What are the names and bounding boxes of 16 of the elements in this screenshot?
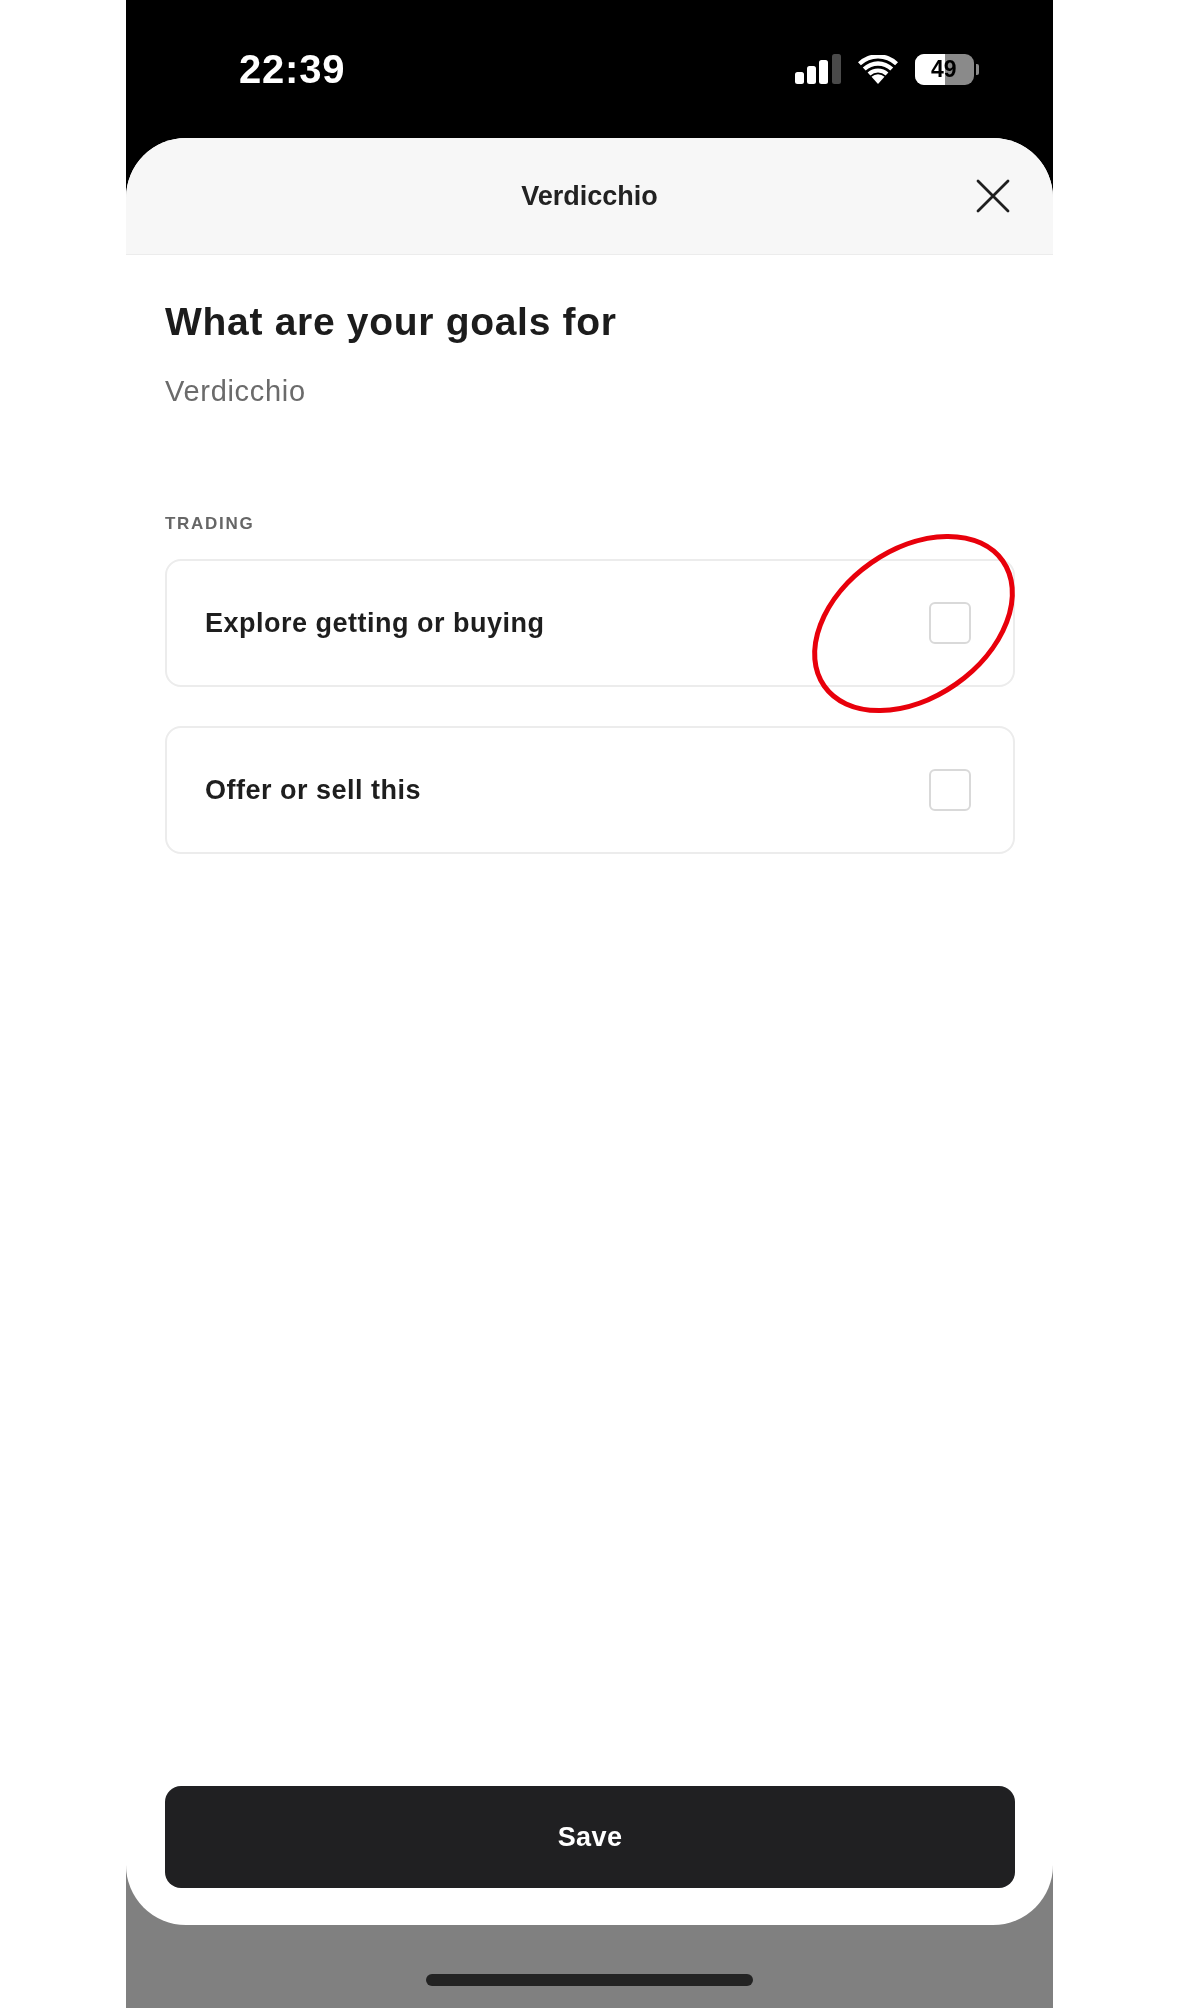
option-label: Explore getting or buying xyxy=(205,606,545,640)
page-heading: What are your goals for xyxy=(165,299,618,345)
page-subtitle: Verdicchio xyxy=(165,374,307,409)
signal-icon xyxy=(795,54,841,84)
close-button[interactable] xyxy=(975,178,1011,214)
save-button[interactable]: Save xyxy=(165,1786,1015,1888)
status-time: 22:39 xyxy=(239,49,346,89)
sheet-title: Verdicchio xyxy=(521,180,658,211)
checkbox[interactable] xyxy=(929,602,971,644)
wifi-icon xyxy=(858,54,898,84)
battery-icon xyxy=(915,53,979,85)
section-label: TRADING xyxy=(165,513,256,535)
battery-percent: 49 xyxy=(931,57,957,81)
option-label: Offer or sell this xyxy=(205,773,422,807)
checkbox[interactable] xyxy=(929,769,971,811)
close-icon xyxy=(975,178,1011,214)
